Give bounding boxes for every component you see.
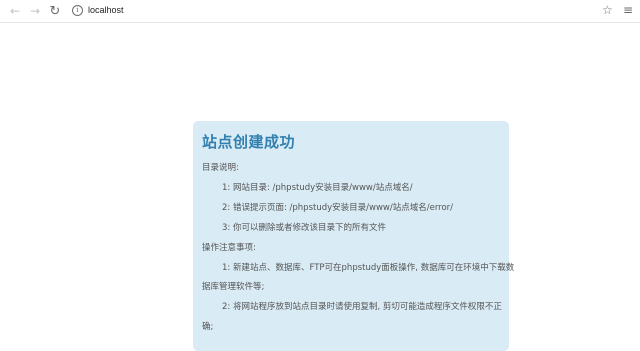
reload-icon[interactable]: ↻ — [47, 3, 63, 19]
forward-icon[interactable]: → — [27, 3, 43, 19]
card-title: 站点创建成功 — [202, 133, 296, 151]
site-info-icon[interactable]: i — [72, 5, 83, 16]
ops-item: 2: 将网站程序放到站点目录时请使用复制, 剪切可能造成程序文件权限不正 — [222, 302, 502, 312]
success-card: 站点创建成功 目录说明: 1: 网站目录: /phpstudy安装目录/www/… — [193, 121, 514, 351]
back-icon[interactable]: ← — [7, 3, 23, 19]
favorites-list-icon[interactable]: ≡ — [623, 3, 633, 17]
ops-heading: 操作注意事项: — [202, 243, 256, 253]
favorite-star-icon[interactable]: ☆ — [602, 3, 613, 17]
ops-item: 1: 新建站点、数据库、FTP可在phpstudy面板操作, 数据库可在环境中下… — [222, 263, 515, 273]
browser-toolbar: ← → ↻ i localhost ☆ ≡ — [0, 0, 640, 23]
dir-item: 1: 网站目录: /phpstudy安装目录/www/站点域名/ — [222, 183, 413, 193]
dir-item: 2: 错误提示页面: /phpstudy安装目录/www/站点域名/error/ — [222, 203, 454, 213]
address-bar[interactable]: localhost — [88, 5, 124, 15]
dir-item: 3: 你可以删除或者修改该目录下的所有文件 — [222, 223, 386, 233]
ops-item-continued: 据库管理软件等; — [202, 282, 265, 292]
ops-item-continued: 确; — [202, 322, 214, 332]
dir-heading: 目录说明: — [202, 163, 239, 173]
